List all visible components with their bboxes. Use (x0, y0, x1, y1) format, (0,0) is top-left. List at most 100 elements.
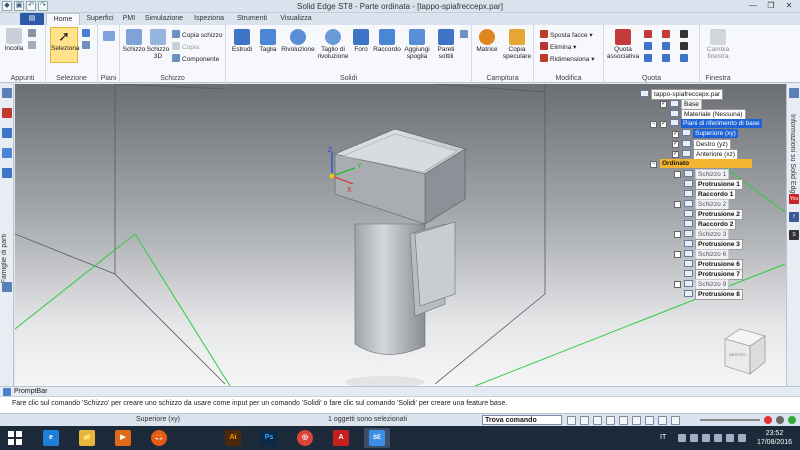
pattern-button[interactable]: Matrice (474, 29, 500, 53)
tab-simulazione[interactable]: Simulazione (142, 13, 186, 25)
cut-button[interactable]: Taglia (256, 29, 280, 53)
resize-button[interactable]: Ridimensiona ▾ (540, 54, 594, 63)
taskbar-chrome[interactable]: ◎ (292, 428, 318, 448)
component-button[interactable]: Componente (172, 54, 219, 63)
thin-wall-button[interactable]: Pareti sottili (432, 29, 460, 60)
tree-feature[interactable]: Raccordo 1 (684, 189, 737, 200)
tab-ispeziona[interactable]: Ispeziona (190, 13, 228, 25)
tree-sketch[interactable]: Schizzo 6 (684, 249, 730, 260)
sensors-icon[interactable] (2, 148, 12, 158)
input-language[interactable]: IT (660, 434, 666, 441)
dimension-tool-4-icon[interactable] (662, 30, 672, 39)
checkbox-top-plane[interactable]: ✓ (672, 131, 679, 138)
taskbar-media[interactable]: ▶ (110, 428, 136, 448)
move-faces-button[interactable]: Sposta facce ▾ (540, 30, 593, 39)
tree-base[interactable]: Base (670, 99, 702, 110)
select-tool-icon[interactable] (82, 29, 92, 38)
revolve-button[interactable]: Rivoluzione (280, 29, 316, 53)
tree-sketch[interactable]: Schizzo 1 (684, 169, 730, 180)
checkbox-item[interactable] (674, 231, 681, 238)
smart-dimension-button[interactable]: Quota associativa (606, 29, 640, 60)
cut-icon[interactable] (28, 29, 38, 38)
tree-sketch[interactable]: Schizzo 9 (684, 279, 730, 290)
record-icon[interactable] (764, 416, 772, 424)
copy-button[interactable]: Copia (172, 42, 199, 51)
round-button[interactable]: Raccordo (372, 29, 402, 53)
taskbar-ie[interactable]: e (38, 428, 64, 448)
dimension-tool-3-icon[interactable] (644, 54, 654, 63)
annotation-icon[interactable] (680, 54, 690, 63)
network-icon[interactable] (714, 434, 722, 442)
model-canvas[interactable]: Z X Y DESTRO (15, 84, 786, 386)
checkbox-right-plane[interactable]: ✓ (672, 141, 679, 148)
notification-icon[interactable] (738, 434, 746, 442)
3d-viewport[interactable]: Z X Y DESTRO (15, 84, 786, 386)
find-command-input[interactable]: Trova comando (482, 415, 562, 425)
tree-feature[interactable]: Protrusione 2 (684, 209, 743, 220)
zoom-slider[interactable] (700, 419, 760, 421)
fit-icon[interactable] (619, 416, 628, 425)
plane-icon[interactable] (103, 31, 117, 42)
taskbar-solid-edge[interactable]: SE (364, 428, 390, 448)
community-icon[interactable]: S (789, 230, 799, 240)
sketch-button[interactable]: Schizzo (122, 29, 146, 53)
info-panel-icon[interactable] (789, 88, 799, 98)
tree-sketch[interactable]: Schizzo 2 (684, 199, 730, 210)
family-icon[interactable] (2, 168, 12, 178)
minimize-button[interactable]: — (744, 0, 762, 12)
solid-edge-info-tab[interactable]: Informazioni su Solid Edge (789, 114, 796, 197)
tree-reference-planes[interactable]: Piani di riferimento di base (670, 119, 762, 128)
tab-superfici[interactable]: Superfici (82, 13, 118, 25)
tree-root[interactable]: tappo-spiafreccepx.par (640, 89, 724, 100)
taskbar-acrobat[interactable]: A (328, 428, 354, 448)
tree-ordered[interactable]: Ordinato (660, 159, 752, 168)
checkbox-item[interactable] (674, 171, 681, 178)
windows-start-icon[interactable] (8, 431, 22, 445)
view-icon[interactable] (580, 416, 589, 425)
taskbar-firefox[interactable]: 🦊 (146, 428, 172, 448)
volume-icon[interactable] (726, 434, 734, 442)
features-library-icon[interactable] (2, 108, 12, 118)
checkbox-item[interactable] (674, 281, 681, 288)
checkbox-base[interactable]: ✓ (660, 101, 667, 108)
copy-icon[interactable] (28, 41, 38, 50)
system-clock[interactable]: 23:52 17/08/2016 (757, 429, 792, 447)
close-button[interactable]: ✕ (780, 0, 798, 12)
search-icon[interactable] (567, 416, 576, 425)
tab-visualizza[interactable]: Visualizza (276, 13, 316, 25)
tree-right-plane[interactable]: Destro (yz) (682, 139, 731, 150)
pan-icon[interactable] (632, 416, 641, 425)
dimension-tool-6-icon[interactable] (662, 54, 672, 63)
expand-toggle-ordered[interactable]: − (650, 161, 657, 168)
family-of-parts-tab[interactable]: Famiglie di parti (1, 234, 13, 283)
revolved-cut-button[interactable]: Taglio di rivoluzione (316, 29, 350, 60)
copy-sketch-button[interactable]: Copia schizzo (172, 30, 222, 39)
tree-front-plane[interactable]: Anteriore (xz) (682, 149, 739, 160)
text-size-icon[interactable] (680, 42, 690, 51)
checkbox-item[interactable] (674, 251, 681, 258)
tree-feature[interactable]: Protrusione 7 (684, 269, 743, 280)
grid-icon[interactable] (2, 282, 12, 292)
pathfinder-tab-icon[interactable] (2, 88, 12, 98)
text-icon[interactable] (680, 30, 690, 39)
youtube-icon[interactable]: You (789, 194, 799, 204)
zoom-icon[interactable] (606, 416, 615, 425)
tab-home[interactable]: Home (46, 13, 80, 25)
taskbar-explorer[interactable]: 📁 (74, 428, 100, 448)
select-filter-icon[interactable] (82, 41, 92, 50)
facebook-icon[interactable]: f (789, 212, 799, 222)
checkbox-item[interactable] (674, 201, 681, 208)
select-button[interactable]: ➚ Seleziona (50, 27, 80, 63)
tree-feature[interactable]: Protrusione 3 (684, 239, 743, 250)
rotate-icon[interactable] (645, 416, 654, 425)
view-cube[interactable]: DESTRO (724, 328, 766, 375)
sketch-3d-button[interactable]: Schizzo 3D (146, 29, 170, 60)
battery-icon[interactable] (702, 434, 710, 442)
tree-material[interactable]: Materiale (Nessuna) (670, 109, 746, 120)
dimension-tool-1-icon[interactable] (644, 30, 654, 39)
checkbox-front-plane[interactable]: ✓ (672, 151, 679, 158)
tree-feature[interactable]: Protrusione 6 (684, 259, 743, 270)
tab-pmi[interactable]: PMI (118, 13, 140, 25)
tab-strumenti[interactable]: Strumenti (232, 13, 272, 25)
solid-extra-icon[interactable] (460, 30, 470, 39)
